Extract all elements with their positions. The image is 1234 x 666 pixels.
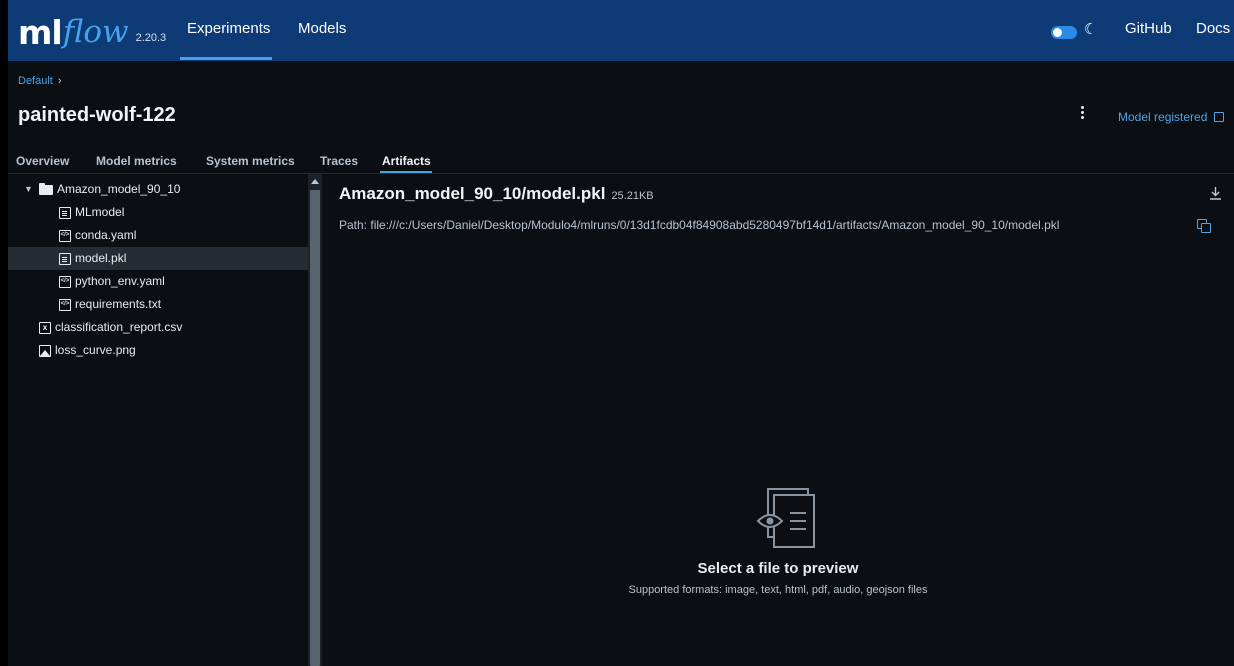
file-preview-icon [750,487,816,549]
tree-item-file[interactable]: </> requirements.txt [8,293,308,316]
tree-item-label: conda.yaml [75,228,137,242]
tree-item-folder[interactable]: ▼ Amazon_model_90_10 [8,178,308,201]
moon-icon: ☾ [1084,21,1098,38]
tab-overview[interactable]: Overview [16,154,69,168]
page-title: painted-wolf-122 [18,104,176,126]
empty-state-title: Select a file to preview [697,560,859,577]
download-icon[interactable] [1209,186,1222,200]
mlflow-logo[interactable]: ml flow 2.20.3 [18,13,167,52]
nav-active-indicator [180,57,272,60]
tab-model-metrics[interactable]: Model metrics [96,154,177,168]
tree-item-label: loss_curve.png [55,343,136,357]
dark-mode-toggle[interactable] [1051,26,1077,39]
tree-item-file-selected[interactable]: model.pkl [8,247,308,270]
tree-item-label: MLmodel [75,205,125,219]
tree-item-file[interactable]: x classification_report.csv [8,316,308,339]
tree-item-file[interactable]: MLmodel [8,201,308,224]
logo-flow-text: flow [62,14,129,50]
folder-icon [39,183,53,195]
external-link-icon [1214,112,1225,122]
artifact-size: 25.21KB [611,190,654,202]
copy-icon[interactable] [1197,219,1211,233]
tree-item-label: model.pkl [75,251,127,265]
tab-artifacts[interactable]: Artifacts [382,154,431,168]
model-registered-link[interactable]: Model registered [1118,110,1225,124]
model-registered-label: Model registered [1118,110,1208,124]
code-file-icon: </> [59,299,71,311]
scroll-up-arrow-icon[interactable] [311,179,319,184]
tree-item-label: Amazon_model_90_10 [57,182,181,196]
tab-traces[interactable]: Traces [320,154,358,168]
tree-scrollbar[interactable] [308,174,322,666]
breadcrumb-default[interactable]: Default [18,75,53,87]
file-icon [59,253,71,265]
caret-down-icon[interactable]: ▼ [24,178,33,201]
artifact-title: Amazon_model_90_10/model.pkl 25.21KB [339,184,654,204]
artifact-path-title: Amazon_model_90_10/model.pkl [339,184,606,203]
tree-item-file[interactable]: loss_curve.png [8,339,308,362]
version-label: 2.20.3 [135,32,167,44]
app-window: ml flow 2.20.3 Experiments Models ☾ GitH… [8,0,1234,666]
top-navigation-bar: ml flow 2.20.3 Experiments Models ☾ GitH… [8,0,1234,61]
code-file-icon: </> [59,230,71,242]
chevron-right-icon: › [57,75,62,87]
scrollbar-thumb[interactable] [310,190,320,666]
tree-item-file[interactable]: </> python_env.yaml [8,270,308,293]
empty-state-subtitle: Supported formats: image, text, html, pd… [628,584,928,596]
more-options-icon[interactable] [1080,106,1086,122]
file-icon [59,207,71,219]
nav-github[interactable]: GitHub [1125,0,1172,61]
tree-item-label: python_env.yaml [75,274,165,288]
nav-models[interactable]: Models [298,0,346,61]
logo-ml-text: ml [18,13,63,52]
tab-system-metrics[interactable]: System metrics [206,154,295,168]
code-file-icon: </> [59,276,71,288]
nav-docs[interactable]: Docs [1196,0,1230,61]
image-file-icon [39,345,51,357]
artifact-full-path: Path: file:///c:/Users/Daniel/Desktop/Mo… [339,218,1060,232]
breadcrumb: Default › [18,75,62,87]
artifact-tree: ▼ Amazon_model_90_10 MLmodel </> conda.y… [8,174,308,666]
tree-item-label: requirements.txt [75,297,162,311]
nav-experiments[interactable]: Experiments [187,0,270,61]
tree-item-file[interactable]: </> conda.yaml [8,224,308,247]
tree-item-label: classification_report.csv [55,320,183,334]
spreadsheet-file-icon: x [39,322,51,334]
